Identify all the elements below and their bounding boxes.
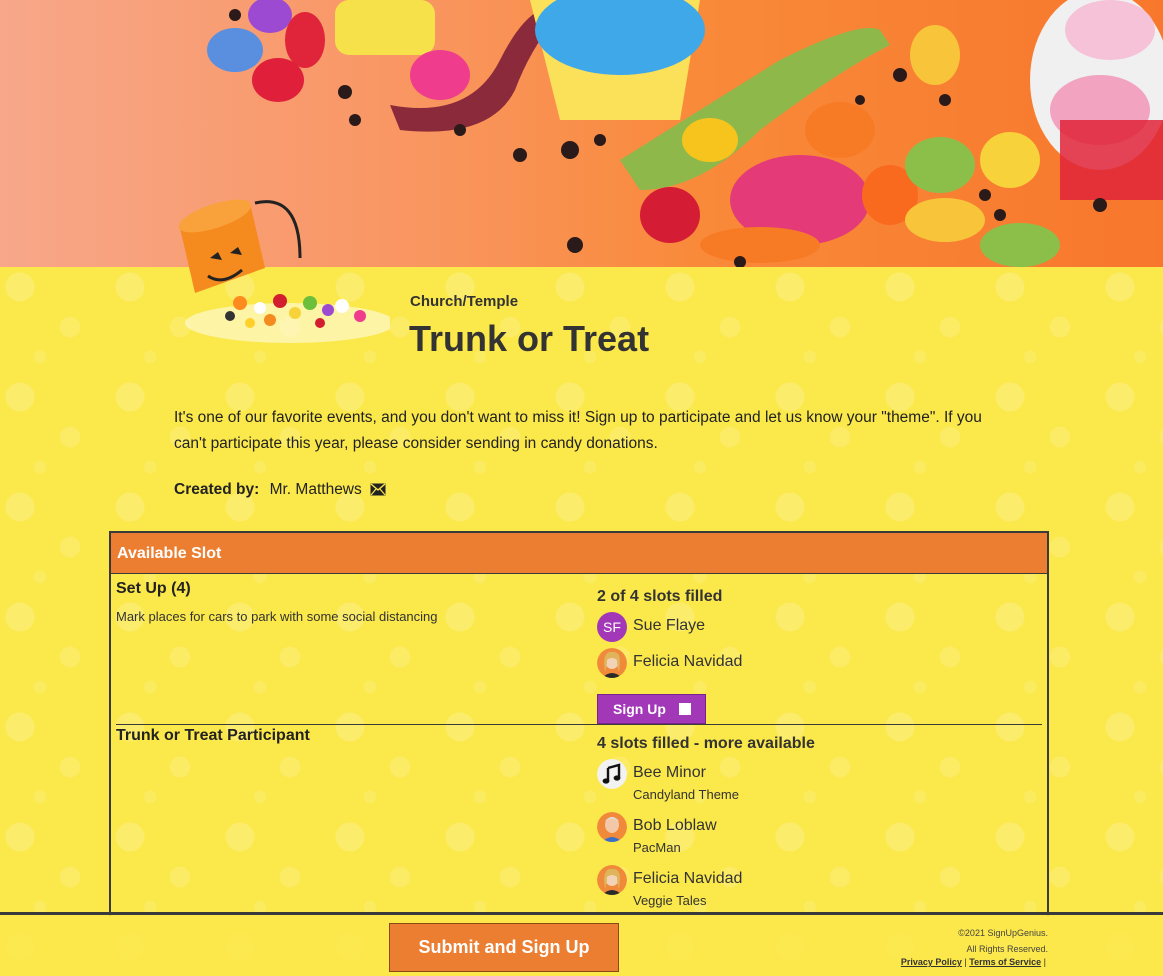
submit-and-sign-up-button[interactable]: Submit and Sign Up	[389, 923, 619, 972]
copyright-line: ©2021 SignUpGenius.	[958, 928, 1048, 938]
privacy-policy-link[interactable]: Privacy Policy	[901, 957, 962, 967]
signup-button-label: Sign Up	[613, 701, 666, 717]
participant-note: Veggie Tales	[633, 893, 707, 908]
participant-note: Candyland Theme	[633, 787, 739, 802]
participant-note: PacMan	[633, 840, 681, 855]
copyright-line: All Rights Reserved.	[966, 944, 1048, 954]
participant-name: Bee Minor	[633, 764, 706, 781]
created-by-label: Created by:	[174, 481, 260, 498]
email-icon[interactable]	[370, 483, 386, 501]
event-title: Trunk or Treat	[409, 318, 650, 359]
music-note-icon	[597, 759, 627, 789]
created-by: Created by: Mr. Matthews	[174, 481, 386, 501]
slot-description: Mark places for cars to park with some s…	[116, 609, 438, 624]
slot-table: Available Slot Set Up (4) Mark places fo…	[109, 531, 1049, 916]
slot-row-setup: Set Up (4) Mark places for cars to park …	[116, 574, 1042, 725]
avatar: SF	[597, 612, 627, 642]
copyright: ©2021 SignUpGenius. All Rights Reserved.	[958, 925, 1048, 957]
slot-status: 4 slots filled - more available	[597, 735, 815, 752]
signup-button[interactable]: Sign Up	[597, 694, 706, 724]
separator: |	[964, 957, 967, 967]
slot-row-participant: Trunk or Treat Participant 4 slots fille…	[116, 725, 1042, 916]
signup-checkbox[interactable]	[679, 703, 691, 715]
creator-name: Mr. Matthews	[269, 481, 362, 498]
separator: |	[1043, 957, 1046, 967]
slot-title: Set Up (4)	[116, 580, 191, 597]
slot-title: Trunk or Treat Participant	[116, 727, 310, 744]
pumpkin-bucket-image	[170, 198, 395, 348]
avatar	[597, 812, 627, 842]
legal-links: Privacy Policy | Terms of Service |	[901, 957, 1046, 967]
slot-status: 2 of 4 slots filled	[597, 588, 723, 605]
avatar	[597, 648, 627, 678]
event-category: Church/Temple	[410, 293, 519, 310]
table-header: Available Slot	[111, 533, 1047, 574]
event-description: It's one of our favorite events, and you…	[174, 409, 982, 452]
terms-of-service-link[interactable]: Terms of Service	[969, 957, 1041, 967]
participant-name: Sue Flaye	[633, 617, 706, 634]
participant-name: Bob Loblaw	[633, 817, 717, 834]
participant-name: Felicia Navidad	[633, 653, 743, 670]
participant-name: Felicia Navidad	[633, 870, 743, 887]
avatar	[597, 865, 627, 895]
